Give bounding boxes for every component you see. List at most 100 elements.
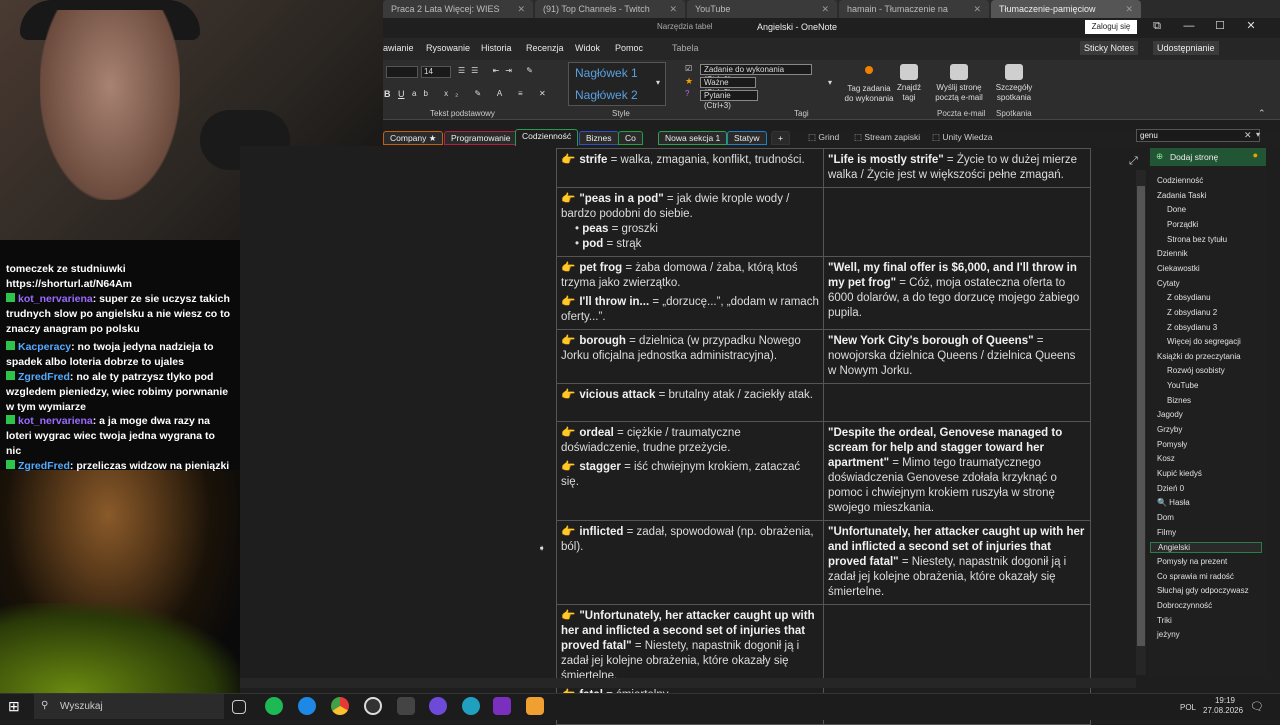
note-entry[interactable]: 👉 ordeal = ciężkie / traumatyczne doświad… — [561, 426, 819, 456]
style-dropdown-icon[interactable]: ▾ — [656, 78, 660, 87]
page-item[interactable]: YouTube — [1167, 381, 1198, 390]
chrome-icon[interactable] — [331, 697, 349, 715]
page-item[interactable]: Strona bez tytułu — [1167, 235, 1227, 244]
task-view-icon[interactable] — [232, 700, 246, 714]
note-entry[interactable]: 👉 borough = dzielnica (w przypadku Nowego… — [561, 334, 819, 364]
share-button[interactable]: Udostępnianie — [1153, 41, 1219, 55]
underline-button[interactable]: U — [398, 89, 405, 99]
browser-tab[interactable]: hamain - Tłumaczenie na ✕ — [839, 0, 989, 18]
page-item[interactable]: Dzień 0 — [1157, 484, 1184, 493]
note-table[interactable]: 👉 strife = walka, zmagania, konflikt, tru… — [556, 148, 1091, 725]
email-page-button[interactable]: Wyślij stronę pocztą e-mail — [932, 64, 986, 103]
page-item[interactable]: Kupić kiedyś — [1157, 469, 1202, 478]
bullet-item[interactable]: • peas = groszki — [561, 222, 819, 237]
chat-username[interactable]: kot_nervariena — [18, 415, 93, 427]
paragraph-handle-icon[interactable]: ➧ — [538, 543, 546, 554]
search-dropdown-icon[interactable]: ▾ — [1256, 130, 1260, 139]
menu-item[interactable]: Rysowanie — [426, 43, 470, 53]
sublime-icon[interactable] — [526, 697, 544, 715]
page-item[interactable]: Książki do przeczytania — [1157, 352, 1241, 361]
maximize-button[interactable]: ☐ — [1205, 18, 1235, 36]
vertical-scroll-thumb[interactable] — [1137, 186, 1145, 646]
bullet-item[interactable]: • pod = strąk — [561, 237, 819, 252]
table-cell-example[interactable]: "Well, my final offer is $6,000, and I'l… — [823, 256, 1091, 330]
page-item[interactable]: Triki — [1157, 616, 1172, 625]
timer-icon[interactable] — [462, 697, 480, 715]
page-item[interactable]: Jagody — [1157, 410, 1183, 419]
style-heading1[interactable]: Nagłówek 1 — [575, 66, 638, 80]
note-entry[interactable]: 👉 strife = walka, zmagania, konflikt, tru… — [561, 153, 819, 168]
taskbar-search[interactable]: Wyszukaj — [34, 694, 224, 719]
horizontal-scrollbar[interactable] — [240, 678, 1136, 688]
add-page-button[interactable]: ⊕ Dodaj stronę ● — [1150, 148, 1266, 166]
section-tab[interactable]: Co — [618, 131, 643, 145]
minimize-button[interactable]: — — [1174, 18, 1204, 36]
app-icon[interactable] — [397, 697, 415, 715]
page-item[interactable]: Filmy — [1157, 528, 1176, 537]
obs-icon[interactable] — [364, 697, 382, 715]
tags-dropdown-icon[interactable]: ▾ — [828, 78, 832, 87]
page-item[interactable]: Zadania Taski — [1157, 191, 1206, 200]
chat-username[interactable]: kot_nervariena — [18, 293, 93, 305]
menu-item[interactable]: awianie — [383, 43, 414, 53]
table-cell-example[interactable]: "Life is mostly strife" = Życie to w duż… — [823, 148, 1091, 188]
font-size-box[interactable]: 14 — [421, 66, 451, 78]
spotify-icon[interactable] — [265, 697, 283, 715]
windows-start-icon[interactable]: ⊞ — [8, 698, 20, 715]
note-entry[interactable]: 👉 I'll throw in... = „dorzucę...”, „dodam… — [561, 295, 819, 325]
page-item[interactable]: Grzyby — [1157, 425, 1182, 434]
chat-username[interactable]: ZgredFred — [18, 371, 70, 383]
table-cell-example[interactable]: "New York City's borough of Queens" = no… — [823, 329, 1091, 384]
note-example[interactable]: "Life is mostly strife" = Życie to w duż… — [828, 153, 1086, 183]
close-button[interactable]: ✕ — [1236, 18, 1266, 36]
section-tab[interactable]: Codzienność — [515, 129, 579, 146]
menu-item[interactable]: Pomoc — [615, 43, 643, 53]
section-tab[interactable]: Biznes — [579, 131, 619, 145]
meeting-details-button[interactable]: Szczegóły spotkania — [992, 64, 1036, 103]
language-indicator[interactable]: POL — [1180, 703, 1196, 712]
note-example[interactable]: "Despite the ordeal, Genovese managed to… — [828, 426, 1086, 516]
style-heading2[interactable]: Nagłówek 2 — [575, 88, 638, 102]
note-entry[interactable]: 👉 inflicted = zadał, spowodował (np. obra… — [561, 525, 819, 555]
page-item[interactable]: 🔍 Hasła — [1157, 498, 1190, 507]
menu-item[interactable]: Widok — [575, 43, 600, 53]
page-item[interactable]: Ciekawostki — [1157, 264, 1200, 273]
section-tab[interactable]: Nowa sekcja 1 — [658, 131, 728, 145]
section-tab[interactable]: Statyw — [727, 131, 767, 145]
table-cell-term[interactable]: 👉 borough = dzielnica (w przypadku Nowego… — [556, 329, 824, 384]
tag-todo[interactable]: Zadanie do wykonania (Ctrl+1) — [700, 64, 812, 84]
close-tab-icon[interactable]: ✕ — [821, 4, 829, 15]
search-input[interactable]: genu — [1136, 129, 1260, 142]
format-buttons[interactable]: ab x₂ ✎ A ≡ ✕ — [412, 89, 553, 98]
browser-tab[interactable]: YouTube ✕ — [687, 0, 837, 18]
todo-tag-button[interactable]: Tag zadania do wykonania — [842, 66, 896, 104]
note-example[interactable]: "Unfortunately, her attacker caught up w… — [828, 525, 1086, 600]
clear-search-icon[interactable]: ✕ — [1244, 130, 1252, 141]
menu-item[interactable]: Historia — [481, 43, 512, 53]
table-cell-term[interactable]: 👉 inflicted = zadał, spowodował (np. obra… — [556, 520, 824, 605]
page-item[interactable]: Dobroczynność — [1157, 601, 1212, 610]
page-item[interactable]: Biznes — [1167, 396, 1191, 405]
page-item[interactable]: Pomysły — [1157, 440, 1187, 449]
section-tab[interactable]: Company ★ — [383, 131, 444, 145]
font-name-box[interactable] — [386, 66, 418, 78]
page-item[interactable]: Więcej do segregacji — [1167, 337, 1241, 346]
note-example[interactable]: "New York City's borough of Queens" = no… — [828, 334, 1086, 379]
page-item[interactable]: Porządki — [1167, 220, 1198, 229]
page-item[interactable]: Codzienność — [1157, 176, 1203, 185]
table-cell-term[interactable]: 👉 strife = walka, zmagania, konflikt, tru… — [556, 148, 824, 188]
menu-item[interactable]: Recenzja — [526, 43, 564, 53]
close-tab-icon[interactable]: ✕ — [973, 4, 981, 15]
section-tab[interactable]: Programowanie — [444, 131, 518, 145]
table-cell-term[interactable]: 👉 ordeal = ciężkie / traumatyczne doświad… — [556, 421, 824, 521]
page-item[interactable]: Pomysły na prezent — [1157, 557, 1227, 566]
sticky-notes-button[interactable]: Sticky Notes — [1080, 41, 1139, 55]
collapse-ribbon-icon[interactable]: ⌃ — [1258, 108, 1266, 119]
browser-tab[interactable]: (91) Top Channels - Twitch ✕ — [535, 0, 685, 18]
tab-table[interactable]: Tabela — [672, 43, 699, 53]
note-entry[interactable]: 👉 stagger = iść chwiejnym krokiem, zatacz… — [561, 460, 819, 490]
table-cell-example[interactable] — [823, 383, 1091, 422]
signin-button[interactable]: Zaloguj się — [1085, 20, 1137, 34]
find-tags-button[interactable]: Znajdź tagi — [896, 64, 922, 103]
notification-icon[interactable]: 🗨 — [1250, 700, 1264, 713]
